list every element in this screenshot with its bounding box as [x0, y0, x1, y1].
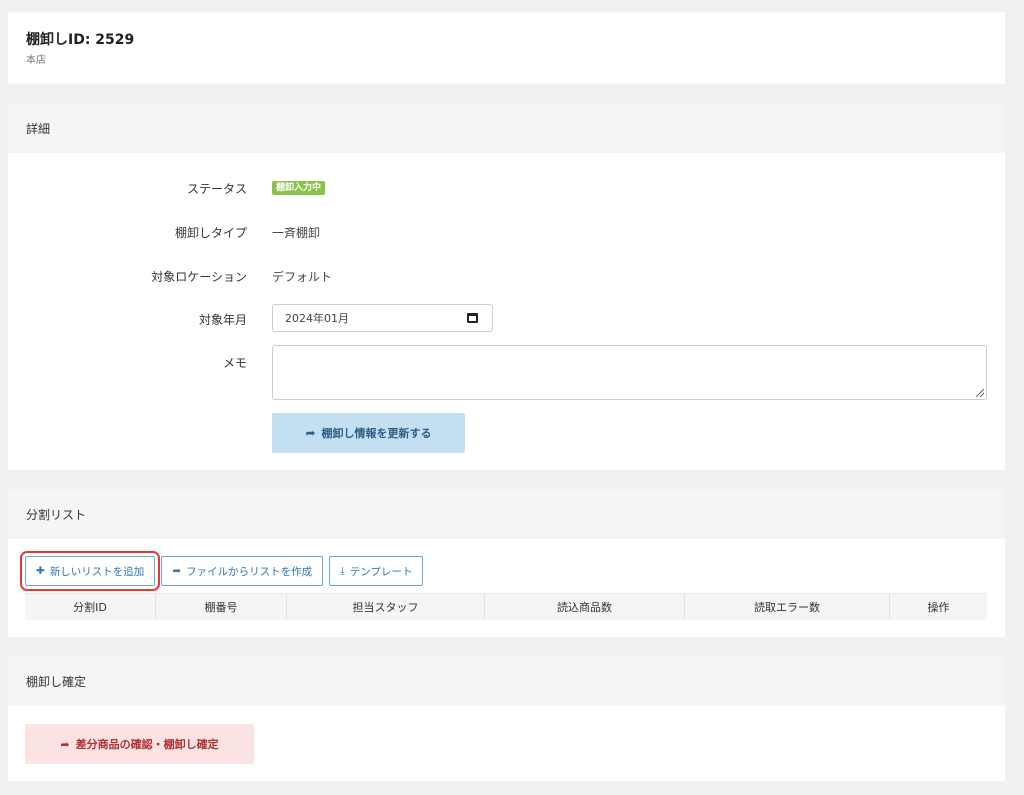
finalize-button-label: 差分商品の確認・棚卸し確定	[75, 738, 219, 751]
status-label: ステータス	[186, 182, 247, 196]
column-header: 棚番号	[156, 594, 287, 620]
add-list-button[interactable]: ✚ 新しいリストを追加	[19, 551, 161, 591]
page-title: 棚卸しID: 2529	[26, 32, 135, 48]
split-list-header: 分割リスト	[8, 490, 1005, 539]
create-from-file-label: ファイルからリストを作成	[186, 565, 313, 578]
split-list-panel: 分割リスト ✚ 新しいリストを追加 ➦ ファイルからリストを作成 ⤓ テンプレー…	[8, 490, 1005, 637]
column-header: 操作	[927, 601, 950, 614]
share-icon: ➦	[172, 565, 182, 577]
month-value: 2024年01月	[285, 312, 349, 325]
location-label: 対象ロケーション	[151, 270, 247, 284]
split-list-actions: ✚ 新しいリストを追加 ➦ ファイルからリストを作成 ⤓ テンプレート	[19, 551, 424, 591]
update-inventory-button[interactable]: ➦ 棚卸し情報を更新する	[272, 413, 465, 453]
share-icon: ➦	[305, 426, 316, 440]
split-list-table-header: 分割ID 棚番号 担当スタッフ 読込商品数 読取エラー数 操作	[25, 593, 987, 620]
column-header: 担当スタッフ	[287, 594, 485, 620]
memo-textarea[interactable]	[272, 345, 987, 400]
update-button-label: 棚卸し情報を更新する	[321, 427, 432, 440]
resize-handle-icon[interactable]	[976, 389, 984, 397]
column-header: 読込商品数	[485, 594, 685, 620]
details-header: 詳細	[8, 104, 1005, 153]
create-from-file-button[interactable]: ➦ ファイルからリストを作成	[161, 556, 324, 586]
share-icon: ➦	[60, 737, 70, 751]
type-value: 一斉棚卸	[272, 226, 321, 240]
month-label: 対象年月	[198, 313, 247, 327]
finalize-header: 棚卸し確定	[8, 657, 1005, 706]
download-icon: ⤓	[340, 564, 345, 577]
template-button[interactable]: ⤓ テンプレート	[329, 556, 424, 586]
store-name: 本店	[26, 55, 46, 66]
type-label: 棚卸しタイプ	[174, 226, 247, 240]
location-value: デフォルト	[272, 270, 333, 284]
column-header: 読取エラー数	[685, 594, 890, 620]
column-header: 分割ID	[25, 594, 156, 620]
status-badge: 棚卸入力中	[272, 181, 326, 195]
calendar-icon[interactable]	[467, 313, 478, 323]
template-label: テンプレート	[349, 565, 413, 578]
plus-icon: ✚	[36, 565, 45, 577]
add-list-label: 新しいリストを追加	[49, 565, 145, 578]
month-date-input[interactable]: 2024年01月	[272, 304, 493, 332]
memo-label: メモ	[222, 356, 247, 370]
confirm-diff-finalize-button[interactable]: ➦ 差分商品の確認・棚卸し確定	[25, 724, 254, 764]
finalize-panel: 棚卸し確定 ➦ 差分商品の確認・棚卸し確定	[8, 657, 1005, 781]
page-header: 棚卸しID: 2529 本店	[8, 12, 1005, 84]
details-panel: 詳細 ステータス 棚卸入力中 棚卸しタイプ 一斉棚卸 対象ロケーション デフォル…	[8, 104, 1005, 470]
